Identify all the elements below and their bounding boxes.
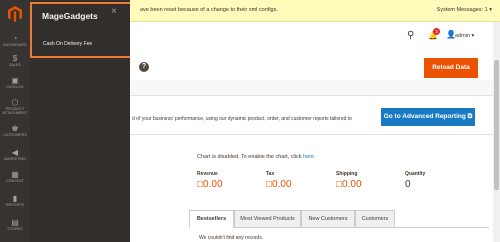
stat-label: Shipping [336, 171, 358, 177]
sidebar-item-sales[interactable]: $ SALES [0, 54, 30, 67]
page-title-bar: ? Reload Data [130, 56, 500, 80]
notification-badge: 3 [433, 28, 440, 35]
product-attachment-icon: ⬡ [11, 98, 19, 107]
tab-bestsellers[interactable]: Bestsellers [189, 210, 234, 228]
chart-disabled-text: Chart is disabled. To enable the chart, … [197, 154, 303, 160]
chart-disabled-message: Chart is disabled. To enable the chart, … [197, 154, 316, 160]
sidebar-item-label: CATALOG [6, 85, 24, 89]
stat-value: 0 [405, 179, 411, 190]
sidebar-item-content[interactable]: ▦ CONTENT [0, 170, 30, 183]
advanced-reporting-button[interactable]: Go to Advanced Reporting ⧉ [381, 108, 475, 126]
system-message-text: ave been reset because of a change to th… [140, 7, 278, 13]
system-messages-dropdown[interactable]: System Messages: 1 ▾ [437, 7, 492, 13]
magento-logo-icon[interactable] [8, 6, 22, 22]
system-message-bar: ave been reset because of a change to th… [130, 0, 500, 22]
shipping-stat: Shipping □0.00 [336, 171, 362, 190]
sidebar-item-customers[interactable]: ♚ CUSTOMERS [0, 124, 30, 137]
stat-label: Revenue [197, 171, 218, 177]
advanced-reporting-text: d of your business' performance, using o… [132, 116, 352, 122]
sidebar-item-label: MARKETING [3, 157, 27, 161]
stat-value: □0.00 [197, 179, 223, 190]
sidebar-item-reports[interactable]: ▮ REPORTS [0, 194, 30, 207]
tab-new-customers[interactable]: New Customers [301, 210, 355, 228]
reload-data-button[interactable]: Reload Data [424, 58, 478, 78]
content-icon: ▦ [11, 170, 19, 179]
search-icon[interactable]: ⚲ [407, 30, 414, 41]
advanced-reporting-notice: d of your business' performance, using o… [130, 95, 500, 135]
marketing-icon: ◀ [11, 148, 19, 157]
dashboard-content: Chart is disabled. To enable the chart, … [130, 135, 500, 242]
stat-value: □0.00 [266, 179, 292, 190]
sidebar-item-marketing[interactable]: ◀ MARKETING [0, 148, 30, 161]
sidebar-item-label: CONTENT [5, 179, 25, 183]
admin-sidebar: ◔ DASHBOARD $ SALES ▣ CATALOG ⬡ PRODUCT … [0, 0, 30, 242]
user-menu[interactable]: admin ▾ [455, 33, 474, 39]
stores-icon: ▤ [11, 218, 19, 227]
tab-most-viewed-products[interactable]: Most Viewed Products [234, 210, 301, 228]
help-icon[interactable]: ? [139, 62, 149, 72]
reports-icon: ▮ [12, 194, 18, 203]
sidebar-item-stores[interactable]: ▤ STORES [0, 218, 30, 231]
tax-stat: Tax □0.00 [266, 171, 292, 190]
scrollbar-thumb[interactable] [494, 60, 499, 190]
sidebar-item-label: DASHBOARD [3, 43, 27, 47]
sidebar-item-dashboard[interactable]: ◔ DASHBOARD [0, 34, 30, 47]
stat-label: Tax [266, 171, 275, 177]
enable-chart-link[interactable]: here. [303, 154, 316, 160]
dashboard-icon: ◔ [12, 34, 18, 43]
catalog-icon: ▣ [11, 76, 19, 85]
customers-icon: ♚ [11, 124, 19, 133]
stat-label: Quantity [405, 171, 426, 177]
empty-records-message: We couldn't find any records. [199, 235, 264, 241]
stat-value: □0.00 [336, 179, 362, 190]
highlight-annotation [30, 2, 144, 58]
page-header: ⚲ 🔔 3 👤 admin ▾ [130, 22, 500, 56]
sidebar-item-label: STORES [7, 227, 23, 231]
sidebar-item-label: SALES [8, 63, 22, 67]
sidebar-item-label: PRODUCT ATTACHMENT [2, 107, 28, 115]
revenue-stat: Revenue □0.00 [197, 171, 223, 190]
quantity-stat: Quantity 0 [405, 171, 425, 190]
sidebar-item-product-attachment[interactable]: ⬡ PRODUCT ATTACHMENT [0, 98, 30, 115]
sidebar-item-label: REPORTS [5, 203, 24, 207]
tab-customers[interactable]: Customers [355, 210, 395, 228]
sidebar-item-label: CUSTOMERS [3, 133, 27, 137]
sidebar-item-catalog[interactable]: ▣ CATALOG [0, 76, 30, 89]
sales-icon: $ [12, 54, 18, 63]
